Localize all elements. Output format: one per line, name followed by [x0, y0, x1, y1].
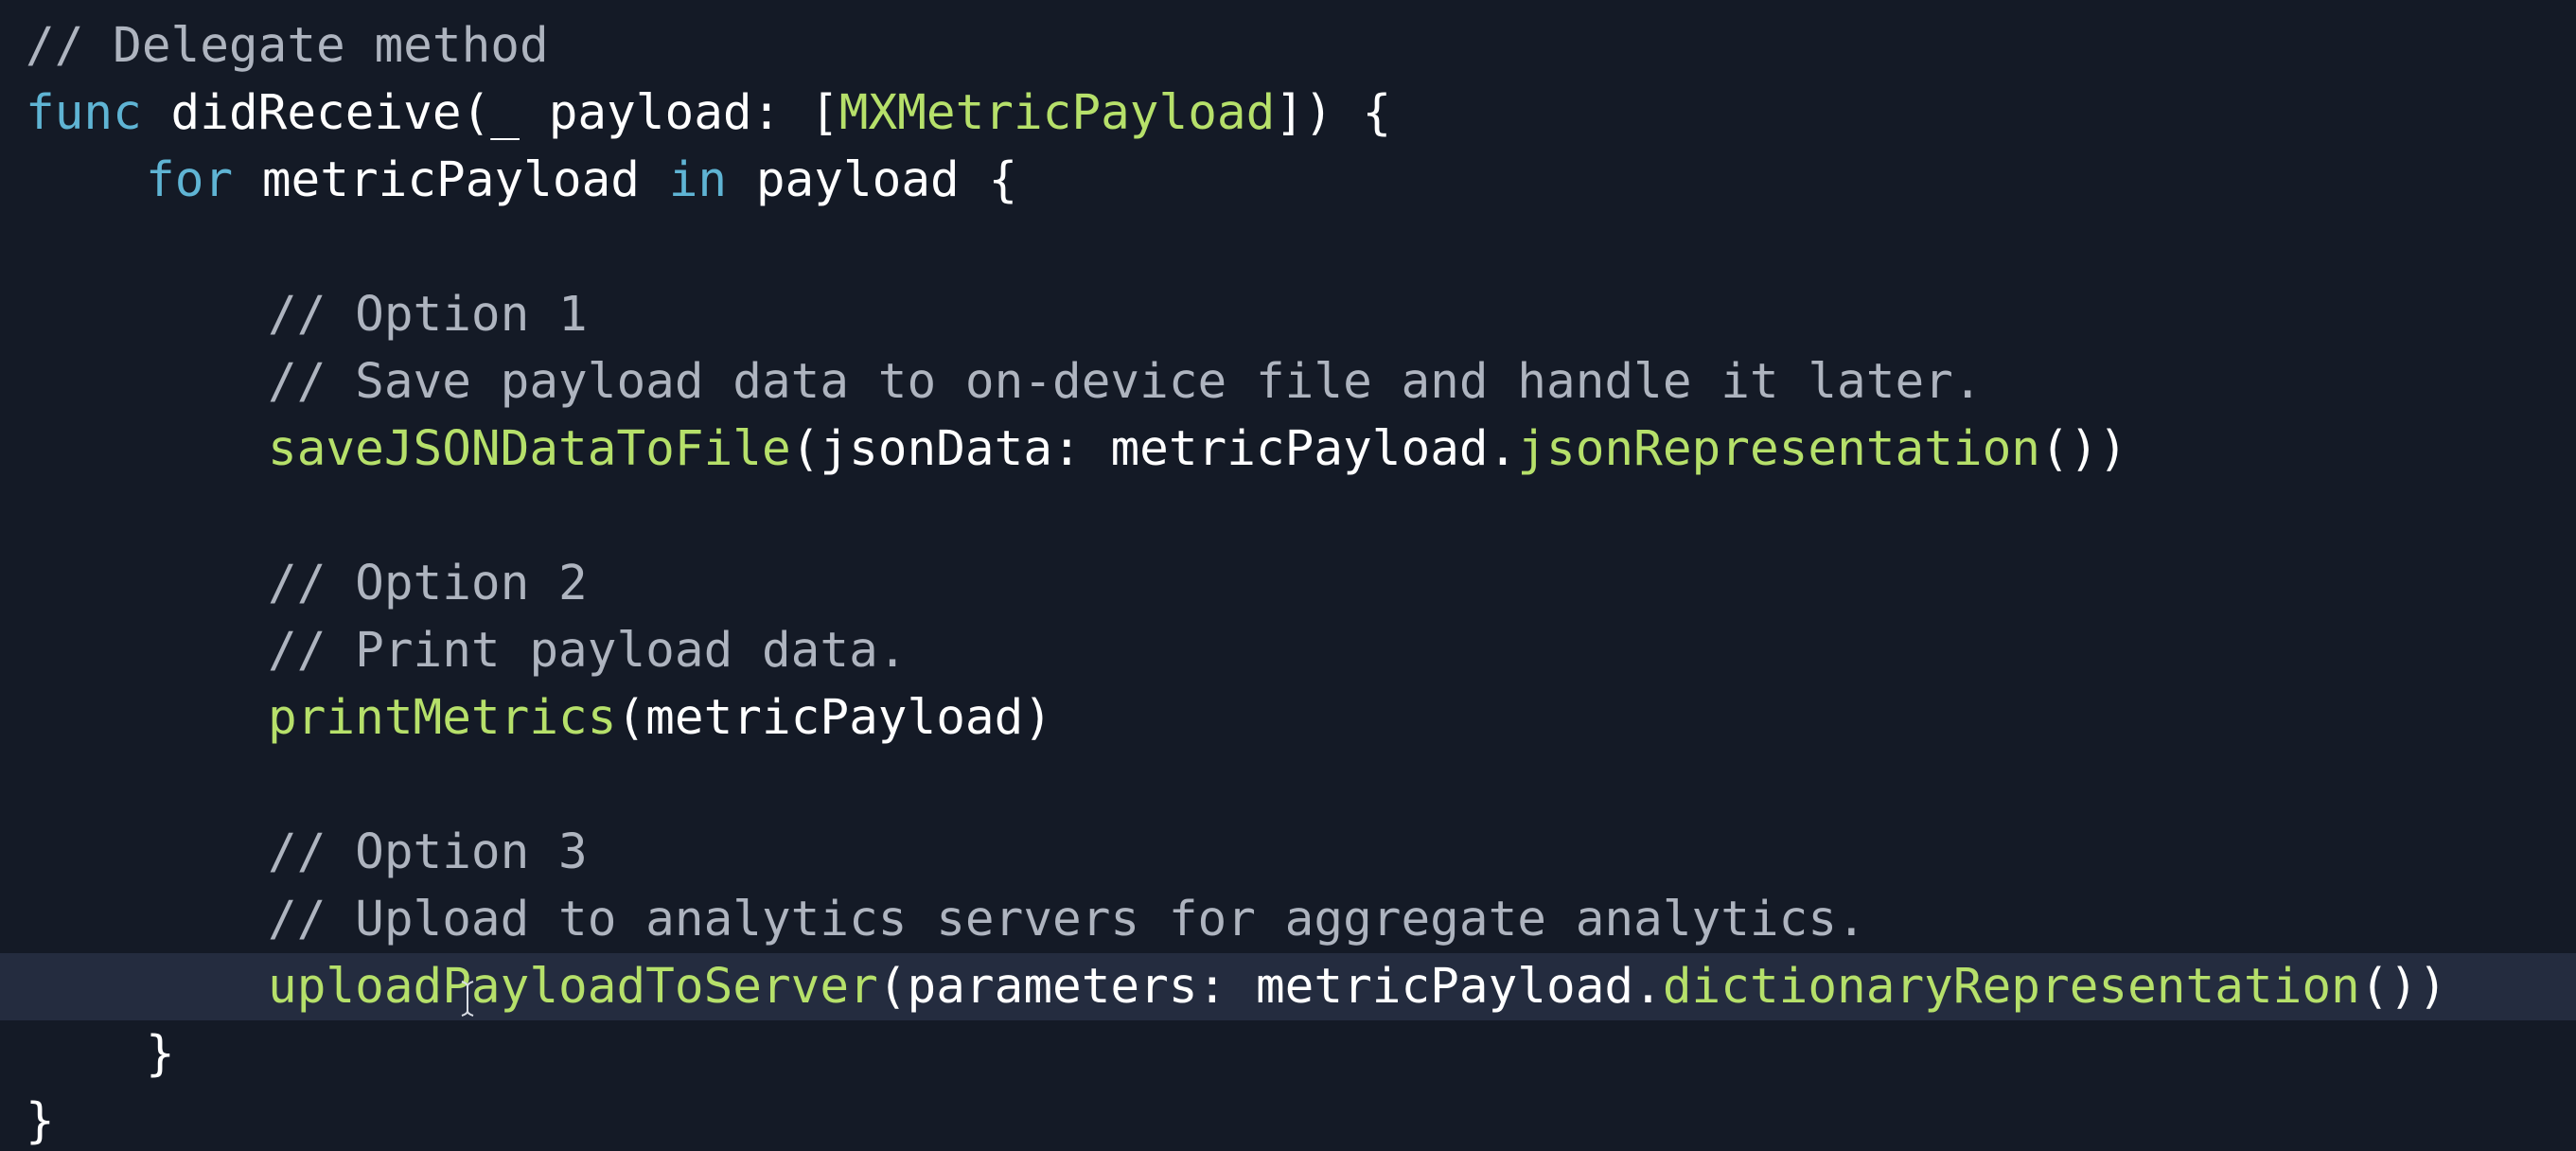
- function-token: jsonRepresentation: [1517, 421, 2040, 477]
- closing-brace: }: [146, 1026, 175, 1082]
- code-line-empty[interactable]: [0, 214, 2576, 281]
- function-token: printMetrics: [268, 690, 617, 746]
- plain-token: (metricPayload): [616, 690, 1053, 746]
- plain-token: metricPayload: [233, 152, 669, 208]
- plain-token: ]) {: [1275, 85, 1392, 141]
- comment-token: // Print payload data.: [268, 623, 908, 679]
- text-cursor-icon: [461, 981, 474, 1017]
- type-token: MXMetricPayload: [838, 85, 1276, 141]
- plain-token: ()): [2040, 421, 2128, 477]
- keyword-token: for: [146, 152, 234, 208]
- comment-token: // Option 3: [268, 824, 588, 880]
- code-line[interactable]: // Option 3: [0, 819, 2576, 886]
- keyword-token: in: [668, 152, 728, 208]
- closing-brace: }: [26, 1093, 55, 1149]
- function-token: saveJSONDataToFile: [268, 421, 791, 477]
- code-editor[interactable]: // Delegate method func didReceive(_ pay…: [0, 0, 2576, 1151]
- comment-token: // Option 2: [268, 556, 588, 611]
- comment-token: // Save payload data to on-device file a…: [268, 354, 1983, 410]
- plain-token: (jsonData: metricPayload.: [790, 421, 1518, 477]
- code-line[interactable]: saveJSONDataToFile(jsonData: metricPaylo…: [0, 416, 2576, 483]
- plain-token: didReceive(_ payload: [: [141, 85, 839, 141]
- comment-token: // Delegate method: [26, 18, 549, 74]
- code-line[interactable]: }: [0, 1088, 2576, 1151]
- code-line[interactable]: // Option 2: [0, 550, 2576, 617]
- code-line-empty[interactable]: [0, 752, 2576, 819]
- comment-token: // Option 1: [268, 287, 588, 343]
- code-line[interactable]: // Delegate method: [0, 12, 2576, 80]
- comment-token: // Upload to analytics servers for aggre…: [268, 892, 1866, 947]
- plain-token: ()): [2359, 959, 2447, 1015]
- code-line[interactable]: // Save payload data to on-device file a…: [0, 348, 2576, 416]
- plain-token: (parameters: metricPayload.: [877, 959, 1663, 1015]
- code-line[interactable]: func didReceive(_ payload: [MXMetricPayl…: [0, 80, 2576, 147]
- code-line[interactable]: for metricPayload in payload {: [0, 147, 2576, 214]
- code-line[interactable]: }: [0, 1020, 2576, 1088]
- current-line-highlight[interactable]: uploadPayloadToServer(parameters: metric…: [0, 953, 2576, 1020]
- keyword-token: func: [26, 85, 142, 141]
- code-line[interactable]: // Print payload data.: [0, 617, 2576, 684]
- code-line[interactable]: // Option 1: [0, 281, 2576, 348]
- plain-token: payload {: [727, 152, 1018, 208]
- code-line[interactable]: printMetrics(metricPayload): [0, 684, 2576, 752]
- code-line[interactable]: // Upload to analytics servers for aggre…: [0, 886, 2576, 953]
- code-line-empty[interactable]: [0, 483, 2576, 550]
- function-token: uploadPayloadToServer: [268, 959, 878, 1015]
- function-token: dictionaryRepresentation: [1662, 959, 2360, 1015]
